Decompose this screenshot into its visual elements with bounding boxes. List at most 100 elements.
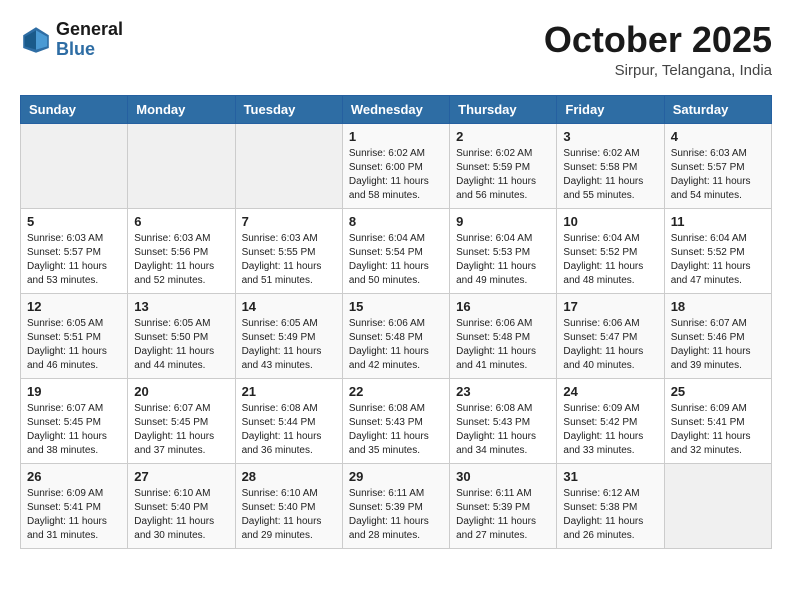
day-number: 17 — [563, 299, 657, 314]
calendar-cell: 24 Sunrise: 6:09 AM Sunset: 5:42 PM Dayli… — [557, 378, 664, 463]
week-row-3: 12 Sunrise: 6:05 AM Sunset: 5:51 PM Dayli… — [21, 293, 772, 378]
week-row-5: 26 Sunrise: 6:09 AM Sunset: 5:41 PM Dayli… — [21, 463, 772, 548]
calendar-cell: 22 Sunrise: 6:08 AM Sunset: 5:43 PM Dayli… — [342, 378, 449, 463]
day-number: 1 — [349, 129, 443, 144]
calendar-cell — [21, 123, 128, 208]
day-number: 14 — [242, 299, 336, 314]
day-number: 25 — [671, 384, 765, 399]
day-info: Sunrise: 6:09 AM Sunset: 5:42 PM Dayligh… — [563, 402, 657, 458]
calendar-cell: 3 Sunrise: 6:02 AM Sunset: 5:58 PM Daylig… — [557, 123, 664, 208]
day-info: Sunrise: 6:06 AM Sunset: 5:48 PM Dayligh… — [456, 317, 550, 373]
calendar-cell: 8Sunrise: 6:04 AM Sunset: 5:54 PM Daylig… — [342, 208, 449, 293]
day-info: Sunrise: 6:04 AM Sunset: 5:52 PM Dayligh… — [563, 232, 657, 288]
calendar-cell: 25 Sunrise: 6:09 AM Sunset: 5:41 PM Dayli… — [664, 378, 771, 463]
title-block: October 2025 Sirpur, Telangana, India — [544, 20, 772, 79]
day-number: 13 — [134, 299, 228, 314]
calendar-cell: 19 Sunrise: 6:07 AM Sunset: 5:45 PM Dayli… — [21, 378, 128, 463]
day-info: Sunrise: 6:09 AM Sunset: 5:41 PM Dayligh… — [27, 487, 121, 543]
calendar-cell — [664, 463, 771, 548]
calendar-cell: 15 Sunrise: 6:06 AM Sunset: 5:48 PM Dayli… — [342, 293, 449, 378]
calendar-cell — [128, 123, 235, 208]
calendar-cell: 12 Sunrise: 6:05 AM Sunset: 5:51 PM Dayli… — [21, 293, 128, 378]
calendar-cell: 6Sunrise: 6:03 AM Sunset: 5:56 PM Daylig… — [128, 208, 235, 293]
day-number: 2 — [456, 129, 550, 144]
calendar-table: SundayMondayTuesdayWednesdayThursdayFrid… — [20, 95, 772, 549]
day-info: Sunrise: 6:07 AM Sunset: 5:45 PM Dayligh… — [134, 402, 228, 458]
calendar-cell: 23Sunrise: 6:08 AM Sunset: 5:43 PM Dayli… — [450, 378, 557, 463]
weekday-header-thursday: Thursday — [450, 95, 557, 123]
weekday-header-wednesday: Wednesday — [342, 95, 449, 123]
day-info: Sunrise: 6:05 AM Sunset: 5:50 PM Dayligh… — [134, 317, 228, 373]
calendar-cell: 16Sunrise: 6:06 AM Sunset: 5:48 PM Dayli… — [450, 293, 557, 378]
day-info: Sunrise: 6:06 AM Sunset: 5:48 PM Dayligh… — [349, 317, 443, 373]
calendar-cell: 2 Sunrise: 6:02 AM Sunset: 5:59 PM Daylig… — [450, 123, 557, 208]
day-info: Sunrise: 6:05 AM Sunset: 5:49 PM Dayligh… — [242, 317, 336, 373]
day-number: 29 — [349, 469, 443, 484]
calendar-cell: 7Sunrise: 6:03 AM Sunset: 5:55 PM Daylig… — [235, 208, 342, 293]
day-info: Sunrise: 6:08 AM Sunset: 5:43 PM Dayligh… — [349, 402, 443, 458]
calendar-cell: 5 Sunrise: 6:03 AM Sunset: 5:57 PM Daylig… — [21, 208, 128, 293]
calendar-cell: 31Sunrise: 6:12 AM Sunset: 5:38 PM Dayli… — [557, 463, 664, 548]
day-info: Sunrise: 6:10 AM Sunset: 5:40 PM Dayligh… — [134, 487, 228, 543]
day-number: 18 — [671, 299, 765, 314]
day-info: Sunrise: 6:05 AM Sunset: 5:51 PM Dayligh… — [27, 317, 121, 373]
day-info: Sunrise: 6:08 AM Sunset: 5:43 PM Dayligh… — [456, 402, 550, 458]
day-info: Sunrise: 6:06 AM Sunset: 5:47 PM Dayligh… — [563, 317, 657, 373]
day-number: 19 — [27, 384, 121, 399]
logo-icon — [20, 24, 52, 56]
calendar-cell: 21Sunrise: 6:08 AM Sunset: 5:44 PM Dayli… — [235, 378, 342, 463]
day-info: Sunrise: 6:10 AM Sunset: 5:40 PM Dayligh… — [242, 487, 336, 543]
weekday-header-saturday: Saturday — [664, 95, 771, 123]
day-number: 21 — [242, 384, 336, 399]
day-number: 9 — [456, 214, 550, 229]
day-info: Sunrise: 6:11 AM Sunset: 5:39 PM Dayligh… — [349, 487, 443, 543]
day-info: Sunrise: 6:02 AM Sunset: 5:59 PM Dayligh… — [456, 147, 550, 203]
day-number: 3 — [563, 129, 657, 144]
calendar-cell: 30Sunrise: 6:11 AM Sunset: 5:39 PM Dayli… — [450, 463, 557, 548]
day-info: Sunrise: 6:07 AM Sunset: 5:46 PM Dayligh… — [671, 317, 765, 373]
calendar-cell: 1 Sunrise: 6:02 AM Sunset: 6:00 PM Daylig… — [342, 123, 449, 208]
day-number: 12 — [27, 299, 121, 314]
day-info: Sunrise: 6:03 AM Sunset: 5:57 PM Dayligh… — [27, 232, 121, 288]
day-number: 7 — [242, 214, 336, 229]
calendar-cell: 26 Sunrise: 6:09 AM Sunset: 5:41 PM Dayli… — [21, 463, 128, 548]
week-row-4: 19 Sunrise: 6:07 AM Sunset: 5:45 PM Dayli… — [21, 378, 772, 463]
calendar-cell: 17 Sunrise: 6:06 AM Sunset: 5:47 PM Dayli… — [557, 293, 664, 378]
day-number: 22 — [349, 384, 443, 399]
day-number: 27 — [134, 469, 228, 484]
logo: General Blue — [20, 20, 123, 60]
day-number: 26 — [27, 469, 121, 484]
day-info: Sunrise: 6:09 AM Sunset: 5:41 PM Dayligh… — [671, 402, 765, 458]
calendar-cell: 9 Sunrise: 6:04 AM Sunset: 5:53 PM Daylig… — [450, 208, 557, 293]
weekday-header-monday: Monday — [128, 95, 235, 123]
day-number: 11 — [671, 214, 765, 229]
day-number: 30 — [456, 469, 550, 484]
day-number: 5 — [27, 214, 121, 229]
location: Sirpur, Telangana, India — [544, 62, 772, 79]
week-row-2: 5 Sunrise: 6:03 AM Sunset: 5:57 PM Daylig… — [21, 208, 772, 293]
month-title: October 2025 — [544, 20, 772, 60]
calendar-cell: 11 Sunrise: 6:04 AM Sunset: 5:52 PM Dayli… — [664, 208, 771, 293]
calendar-cell: 10 Sunrise: 6:04 AM Sunset: 5:52 PM Dayli… — [557, 208, 664, 293]
calendar-cell — [235, 123, 342, 208]
calendar-cell: 28Sunrise: 6:10 AM Sunset: 5:40 PM Dayli… — [235, 463, 342, 548]
day-number: 10 — [563, 214, 657, 229]
day-info: Sunrise: 6:04 AM Sunset: 5:52 PM Dayligh… — [671, 232, 765, 288]
day-info: Sunrise: 6:04 AM Sunset: 5:53 PM Dayligh… — [456, 232, 550, 288]
day-info: Sunrise: 6:07 AM Sunset: 5:45 PM Dayligh… — [27, 402, 121, 458]
calendar-cell: 18 Sunrise: 6:07 AM Sunset: 5:46 PM Dayli… — [664, 293, 771, 378]
day-number: 31 — [563, 469, 657, 484]
day-info: Sunrise: 6:02 AM Sunset: 6:00 PM Dayligh… — [349, 147, 443, 203]
day-number: 20 — [134, 384, 228, 399]
weekday-header-sunday: Sunday — [21, 95, 128, 123]
week-row-1: 1 Sunrise: 6:02 AM Sunset: 6:00 PM Daylig… — [21, 123, 772, 208]
day-info: Sunrise: 6:02 AM Sunset: 5:58 PM Dayligh… — [563, 147, 657, 203]
calendar-cell: 20 Sunrise: 6:07 AM Sunset: 5:45 PM Dayli… — [128, 378, 235, 463]
page-header: General Blue October 2025 Sirpur, Telang… — [20, 20, 772, 79]
day-number: 4 — [671, 129, 765, 144]
day-number: 24 — [563, 384, 657, 399]
weekday-header-friday: Friday — [557, 95, 664, 123]
day-number: 15 — [349, 299, 443, 314]
day-number: 6 — [134, 214, 228, 229]
calendar-cell: 13 Sunrise: 6:05 AM Sunset: 5:50 PM Dayli… — [128, 293, 235, 378]
